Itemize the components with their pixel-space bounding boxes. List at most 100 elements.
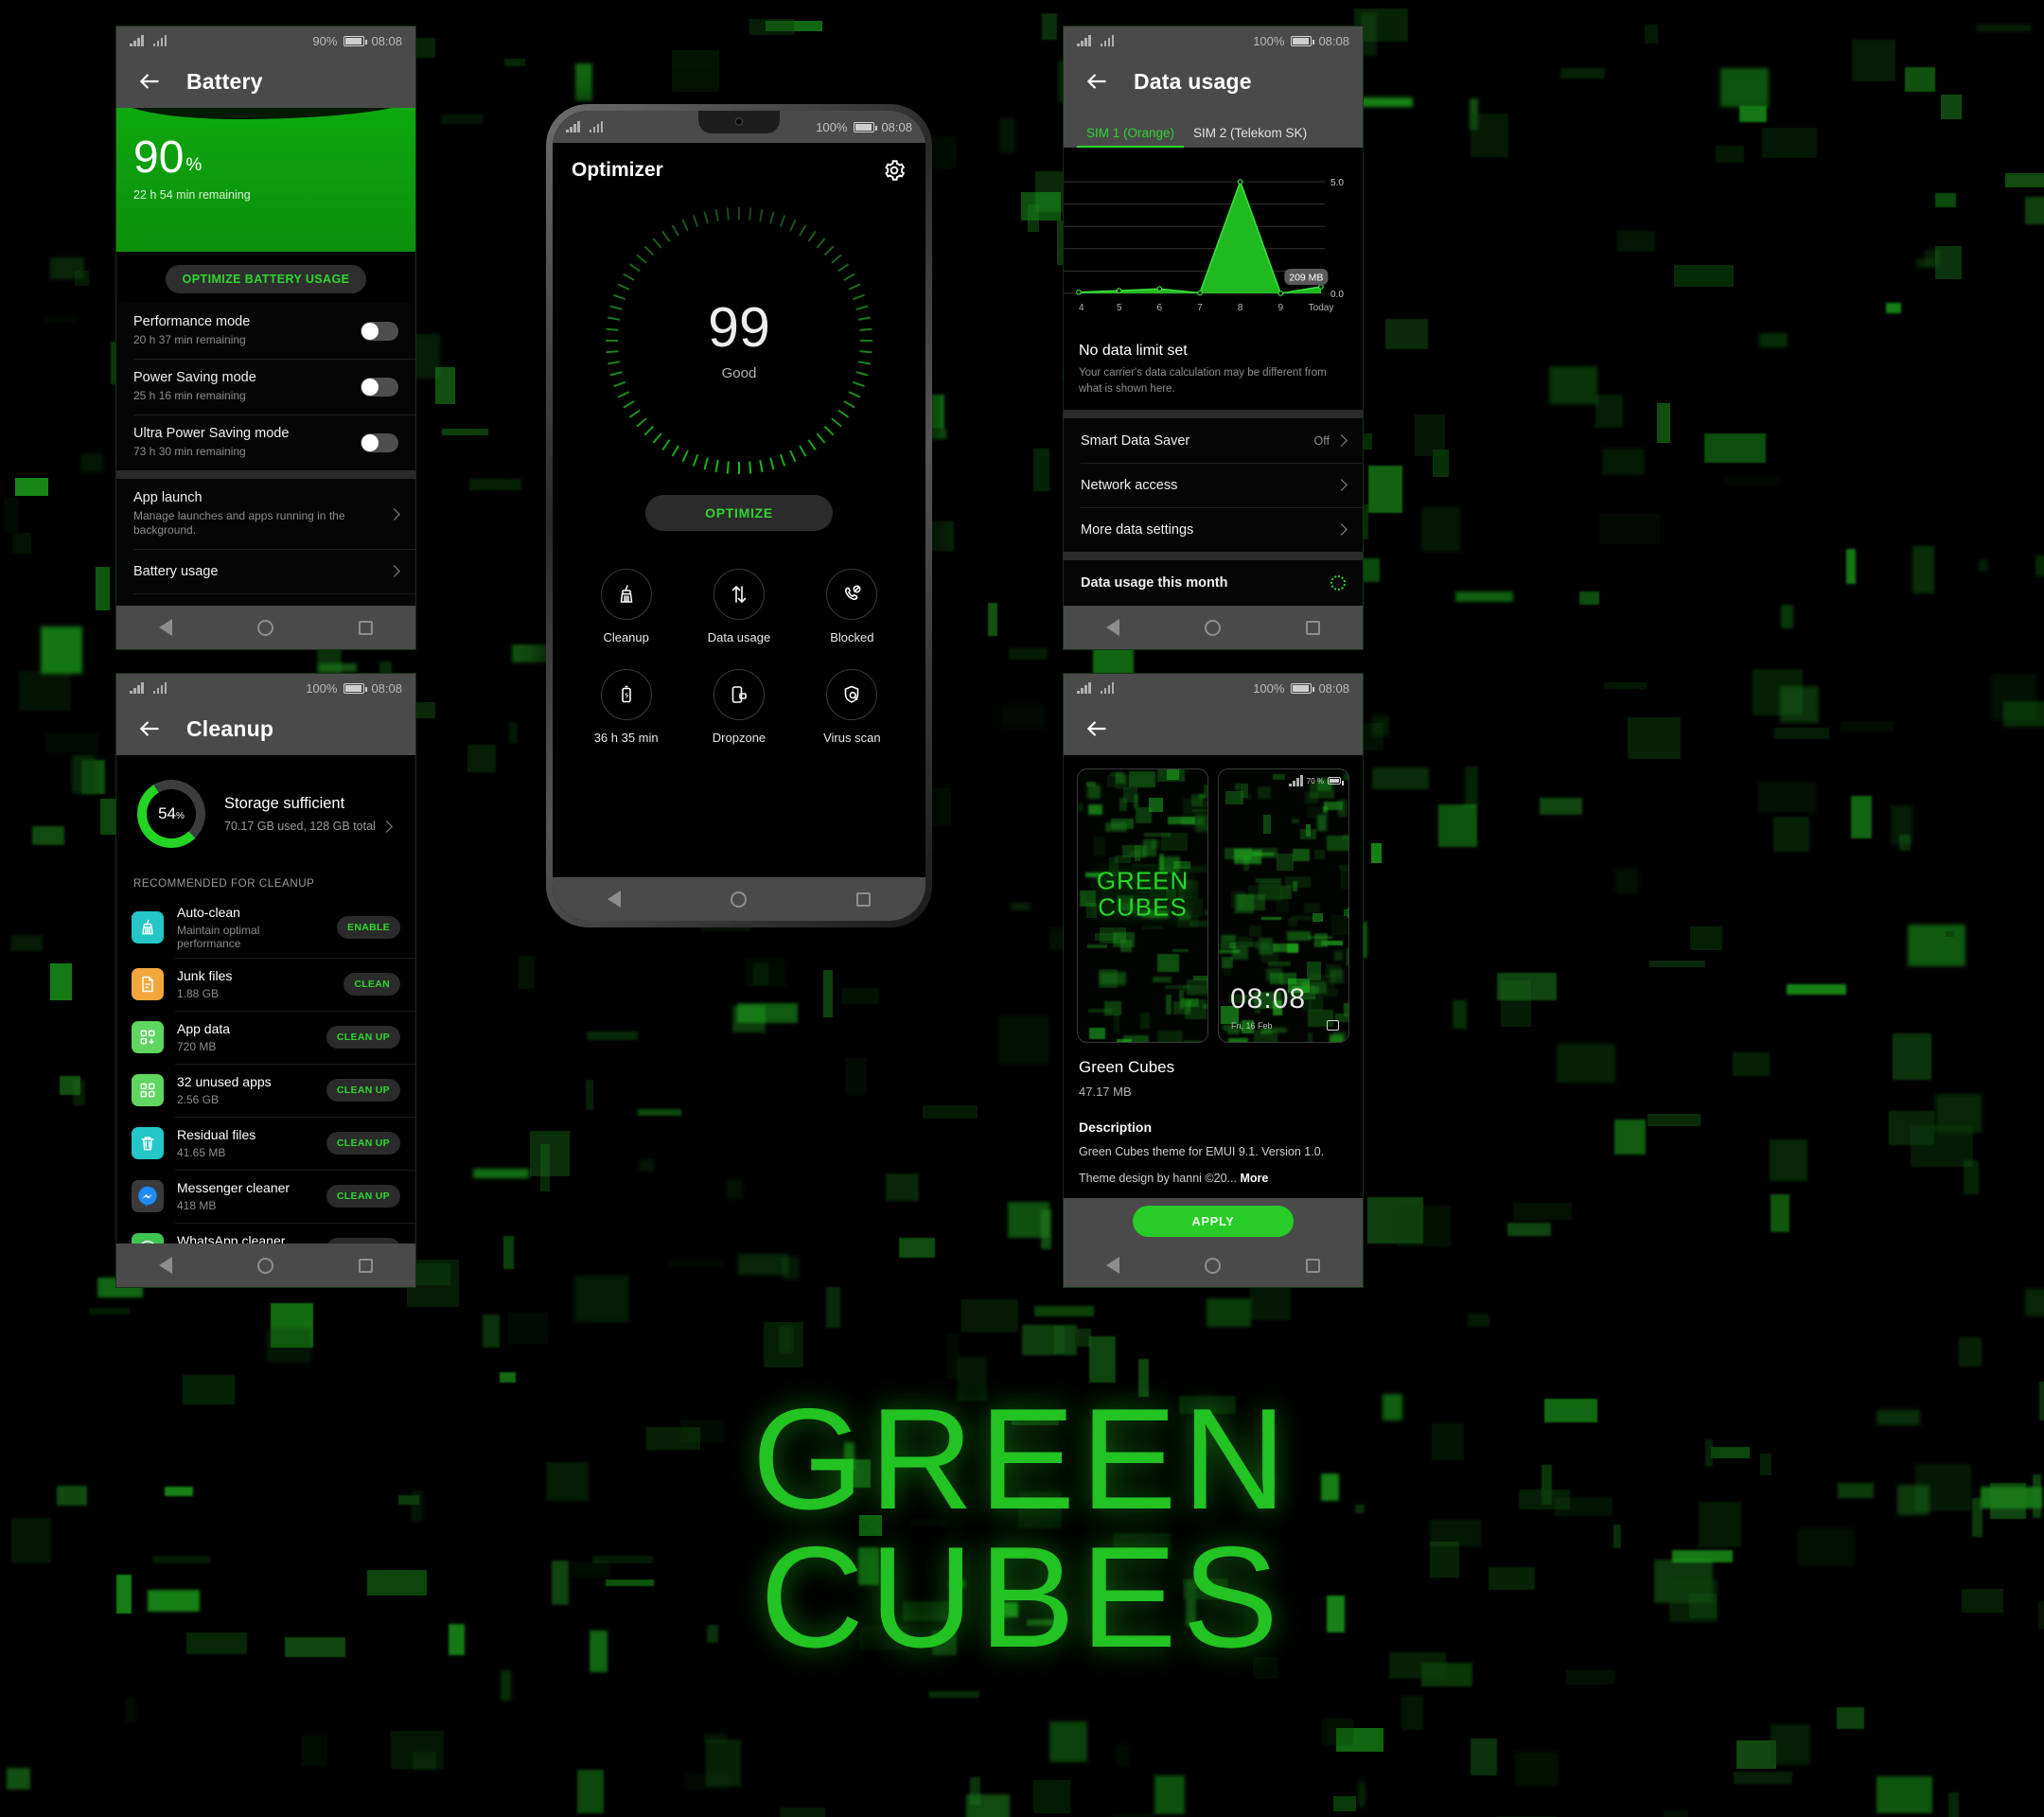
enable-button[interactable]: ENABLE	[337, 916, 400, 939]
signal-icons	[130, 35, 167, 46]
gear-icon[interactable]	[882, 158, 907, 183]
nav-home-icon[interactable]	[731, 891, 747, 908]
statusbar-time: 08:08	[1318, 680, 1349, 696]
apps-grid-icon	[132, 1074, 164, 1106]
phone-screen: 100% 08:08 Optimizer 99 Good OPTIMIZE Cl…	[553, 111, 925, 921]
nav-recents-icon[interactable]	[1306, 620, 1320, 635]
nav-home-icon[interactable]	[1205, 1257, 1221, 1274]
battery-mode-row[interactable]: Power Saving mode 25 h 16 min remaining	[116, 359, 415, 415]
statusbar-battery-percent: 100%	[306, 680, 338, 696]
sidebar-item-network-access[interactable]: Network access	[1064, 463, 1363, 507]
ultra-power-saving-mode-toggle[interactable]	[361, 432, 398, 452]
cleanup-screen: 100% 08:08 Cleanup 54% Storage sufficien…	[116, 674, 415, 1287]
back-arrow-icon[interactable]	[137, 716, 162, 741]
nav-home-icon[interactable]	[1205, 619, 1221, 636]
tile-data-usage[interactable]: Data usage	[682, 569, 795, 644]
list-item[interactable]: 32 unused apps 2.56 GB CLEAN UP	[116, 1064, 415, 1117]
theme-appbar	[1064, 702, 1363, 755]
item-desc: 418 MB	[177, 1199, 217, 1212]
chevron-right-icon	[1335, 479, 1348, 492]
tile-blocked[interactable]: Blocked	[796, 569, 908, 644]
hero-wave	[116, 108, 415, 119]
battery-icon	[854, 121, 878, 132]
nav-home-icon[interactable]	[257, 1257, 273, 1274]
page-title: Data usage	[1134, 68, 1252, 94]
optimize-button[interactable]: OPTIMIZE	[645, 495, 833, 531]
storage-summary[interactable]: 54% Storage sufficient 70.17 GB used, 12…	[116, 755, 415, 869]
preview-clock: 08:08	[1230, 983, 1307, 1014]
back-arrow-icon[interactable]	[1084, 69, 1109, 94]
nav-back-icon[interactable]	[159, 1257, 172, 1274]
page-title: Cleanup	[186, 715, 274, 741]
item-desc: 1.88 GB	[177, 987, 220, 1000]
document-icon	[132, 968, 164, 1000]
list-item[interactable]: Junk files 1.88 GB CLEAN	[116, 958, 415, 1011]
theme-preview-lockscreen[interactable]: 70 % 08:08 Fri, 16 Feb	[1218, 768, 1349, 1043]
nav-back-icon[interactable]	[159, 619, 172, 636]
clean-button[interactable]: CLEAN	[344, 973, 400, 996]
tab-sim-2[interactable]: SIM 2 (Telekom SK)	[1184, 126, 1316, 148]
clean-up-button[interactable]: CLEAN UP	[326, 1026, 400, 1049]
back-arrow-icon[interactable]	[137, 69, 162, 94]
section-divider	[1064, 552, 1363, 561]
clean-up-button[interactable]: CLEAN UP	[326, 1132, 400, 1155]
tile-label: 36 h 35 min	[593, 731, 659, 745]
wordmark-line2: CUBES	[760, 1516, 1284, 1678]
mode-sub: 20 h 37 min remaining	[133, 333, 246, 346]
apply-button[interactable]: APPLY	[1133, 1205, 1294, 1237]
storage-detail: 70.17 GB used, 128 GB total	[224, 820, 376, 833]
list-item[interactable]: Residual files 41.65 MB CLEAN UP	[116, 1117, 415, 1170]
optimizer-titlebar: Optimizer	[553, 143, 925, 183]
list-item[interactable]: Auto-clean Maintain optimal performance …	[116, 897, 415, 958]
cleanup-appbar: Cleanup	[116, 702, 415, 755]
nav-back-icon[interactable]	[1106, 619, 1119, 636]
item-desc: 720 MB	[177, 1040, 217, 1053]
tile-battery[interactable]: 36 h 35 min	[570, 669, 682, 745]
nav-back-icon[interactable]	[1106, 1257, 1119, 1274]
nav-recents-icon[interactable]	[359, 1258, 373, 1273]
statusbar-battery-percent: 100%	[1253, 680, 1285, 696]
battery-mode-row[interactable]: Ultra Power Saving mode 73 h 30 min rema…	[116, 415, 415, 470]
list-item[interactable]: Messenger cleaner 418 MB CLEAN UP	[116, 1170, 415, 1223]
data-usage-chart: 5.0 0.0 4 5 6 7 8 9 Today 209 MB	[1064, 148, 1363, 337]
theme-size: 47.17 MB	[1079, 1085, 1132, 1099]
svg-text:9: 9	[1278, 303, 1284, 313]
item-name: Messenger cleaner	[177, 1180, 291, 1195]
chevron-right-icon	[1335, 434, 1348, 448]
performance-mode-toggle[interactable]	[361, 321, 398, 341]
tile-label: Blocked	[830, 630, 874, 644]
clean-up-button[interactable]: CLEAN UP	[326, 1079, 400, 1102]
optimizer-score-dial: 99 Good	[606, 207, 872, 474]
cleanup-statusbar: 100% 08:08	[116, 674, 415, 702]
list-item[interactable]: App data 720 MB CLEAN UP	[116, 1011, 415, 1064]
nav-recents-icon[interactable]	[856, 891, 871, 907]
data-usage-month-section: Data usage this month	[1064, 560, 1363, 606]
sidebar-item-smart-data-saver[interactable]: Smart Data Saver Off	[1064, 418, 1363, 463]
clean-up-button[interactable]: CLEAN UP	[326, 1185, 400, 1208]
tab-sim-1[interactable]: SIM 1 (Orange)	[1077, 126, 1185, 148]
row-label: Battery usage	[133, 563, 219, 579]
tile-dropzone[interactable]: Dropzone	[682, 669, 795, 745]
tile-virus-scan[interactable]: Virus scan	[796, 669, 908, 745]
battery-mode-row[interactable]: Performance mode 20 h 37 min remaining	[116, 303, 415, 359]
sidebar-item-more-data-settings[interactable]: More data settings	[1064, 507, 1363, 552]
sidebar-item-app-launch[interactable]: App launch Manage launches and apps runn…	[116, 479, 415, 549]
nav-home-icon[interactable]	[257, 619, 273, 636]
optimize-battery-usage-button[interactable]: OPTIMIZE BATTERY USAGE	[165, 265, 367, 293]
theme-preview-home[interactable]: GREEN CUBES	[1077, 768, 1208, 1043]
storage-ring: 54%	[137, 780, 205, 848]
nav-recents-icon[interactable]	[1306, 1258, 1320, 1273]
battery-icon	[1291, 682, 1315, 694]
item-name: Residual files	[177, 1127, 256, 1142]
data-usage-this-month-row[interactable]: Data usage this month	[1064, 560, 1363, 605]
sidebar-item-battery-usage[interactable]: Battery usage	[116, 549, 415, 593]
statusbar-time: 08:08	[371, 680, 402, 696]
mode-label: Ultra Power Saving mode	[133, 426, 290, 441]
back-arrow-icon[interactable]	[1084, 716, 1109, 741]
nav-recents-icon[interactable]	[359, 620, 373, 635]
tile-cleanup[interactable]: Cleanup	[570, 569, 682, 644]
power-saving-mode-toggle[interactable]	[361, 377, 398, 397]
nav-back-icon[interactable]	[608, 891, 621, 908]
more-link[interactable]: More	[1240, 1172, 1268, 1185]
battery-icon	[344, 682, 368, 694]
